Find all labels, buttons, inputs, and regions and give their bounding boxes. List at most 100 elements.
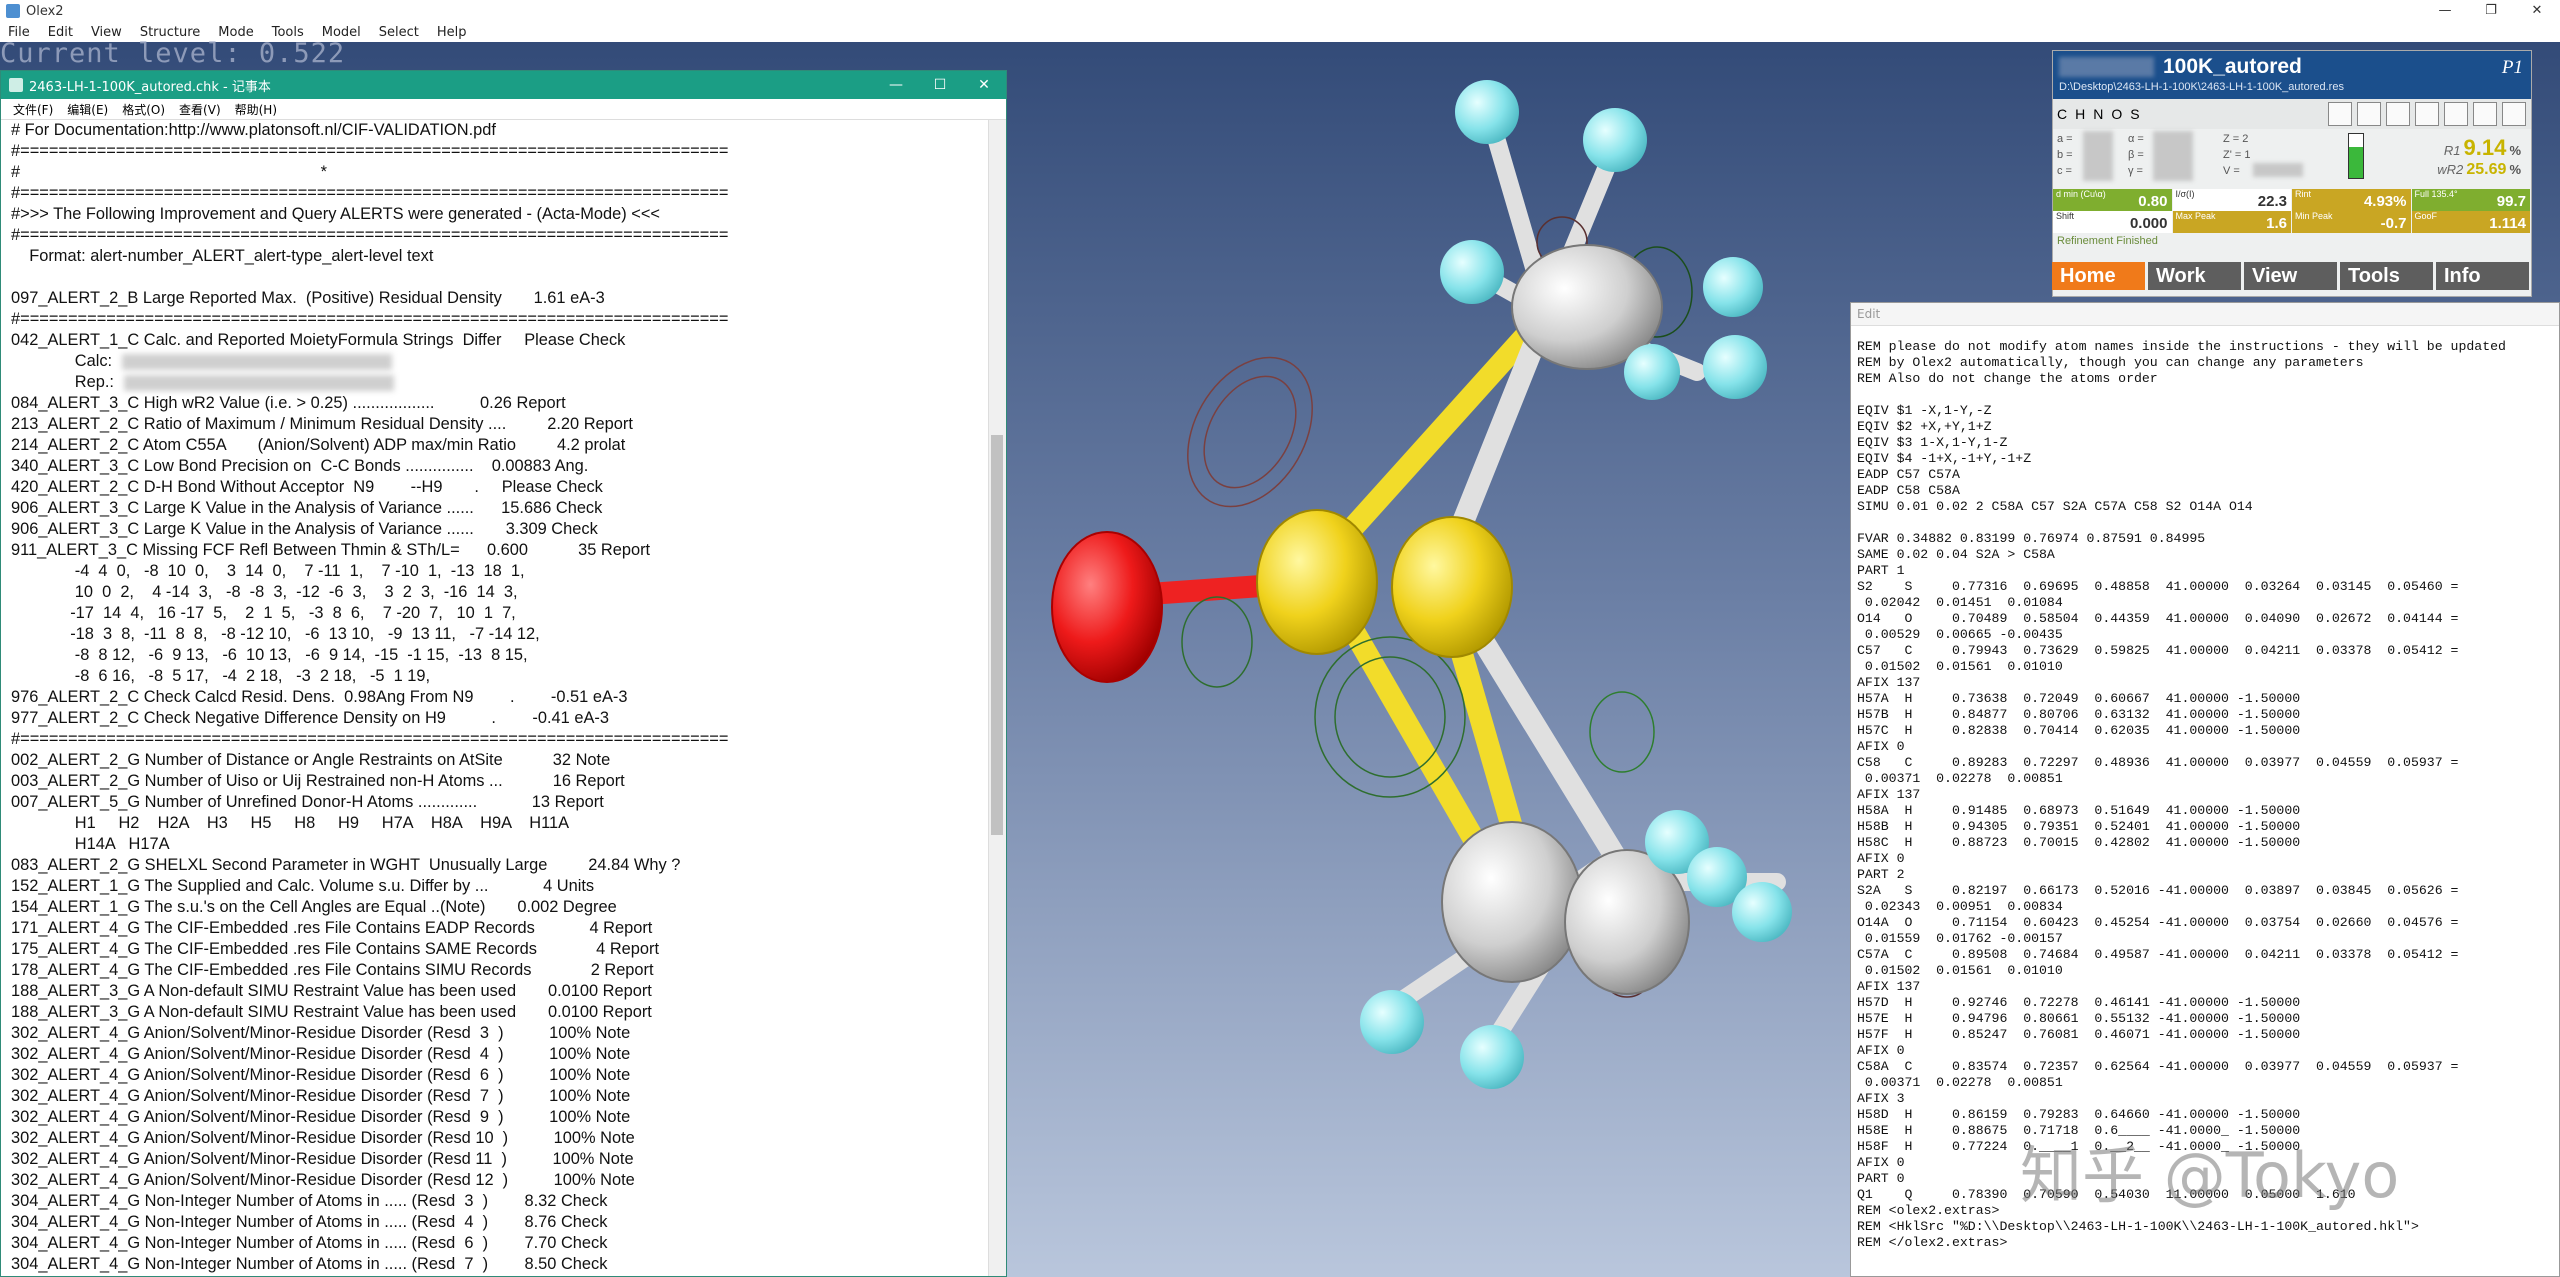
redacted-cell-angles: [2153, 131, 2193, 181]
cell-gamma-label: γ =: [2128, 165, 2143, 177]
editor-line: SAME 0.02 0.04 S2A > C58A: [1857, 547, 2055, 562]
stat-min-peak-label: Min Peak: [2295, 211, 2333, 221]
cell-alpha-label: α =: [2128, 133, 2144, 145]
notepad-scroll-thumb[interactable]: [991, 435, 1003, 835]
tab-home[interactable]: Home: [2052, 262, 2145, 290]
notepad-line: 083_ALERT_2_G SHELXL Second Parameter in…: [11, 856, 681, 874]
editor-line: H57A H 0.73638 0.72049 0.60667 41.00000 …: [1857, 691, 2301, 706]
tab-view[interactable]: View: [2244, 262, 2337, 290]
notepad-titlebar[interactable]: 2463-LH-1-100K_autored.chk - 记事本 — ☐ ✕: [1, 71, 1006, 99]
editor-line: EQIV $2 +X,+Y,1+Z: [1857, 419, 1992, 434]
window-icon[interactable]: [2415, 102, 2439, 126]
expand-icon[interactable]: [2502, 102, 2526, 126]
close-button[interactable]: ✕: [2514, 0, 2560, 22]
palette-icon[interactable]: [2328, 102, 2352, 126]
editor-line: PART 2: [1857, 867, 1905, 882]
editor-line: 0.00371 0.02278 0.00851: [1857, 771, 2063, 786]
app-window-buttons: — ❐ ✕: [2422, 0, 2560, 22]
editor-line: 0.00371 0.02278 0.00851: [1857, 1075, 2063, 1090]
stat-i-sigma: I/σ(I) 22.3: [2172, 189, 2292, 211]
molecule-model[interactable]: [1007, 42, 1847, 1277]
cell-beta-label: β =: [2128, 149, 2144, 161]
wr2-unit: %: [2509, 162, 2521, 177]
maximize-button[interactable]: ❐: [2468, 0, 2514, 22]
notepad-menu-help[interactable]: 帮助(H): [235, 101, 277, 118]
editor-line: O14 O 0.70489 0.58504 0.44359 41.00000 0…: [1857, 611, 2459, 626]
notepad-line: 302_ALERT_4_G Anion/Solvent/Minor-Residu…: [11, 1150, 634, 1168]
notepad-line: 302_ALERT_4_G Anion/Solvent/Minor-Residu…: [11, 1024, 631, 1042]
notepad-line: 188_ALERT_3_G A Non-default SIMU Restrai…: [11, 982, 652, 1000]
notepad-line: 042_ALERT_1_C Calc. and Reported MoietyF…: [11, 331, 626, 349]
element-n[interactable]: N: [2093, 106, 2103, 122]
element-h[interactable]: H: [2075, 106, 2085, 122]
editor-line: AFIX 0: [1857, 851, 1905, 866]
notepad-line: 911_ALERT_3_C Missing FCF Refl Between T…: [11, 541, 651, 559]
notepad-line: 304_ALERT_4_G Non-Integer Number of Atom…: [11, 1192, 608, 1210]
stat-goof-label: GooF: [2414, 211, 2438, 221]
tab-info[interactable]: Info: [2436, 262, 2529, 290]
editor-line: H58C H 0.88723 0.70015 0.42802 41.00000 …: [1857, 835, 2301, 850]
editor-line: 0.02343 0.00951 0.00834: [1857, 899, 2063, 914]
notepad-menu-edit[interactable]: 编辑(E): [67, 101, 108, 118]
editor-line: AFIX 0: [1857, 1043, 1905, 1058]
notepad-line: #=======================================…: [11, 226, 729, 244]
notepad-minimize-button[interactable]: —: [874, 71, 918, 99]
notepad-line: 302_ALERT_4_G Anion/Solvent/Minor-Residu…: [11, 1171, 635, 1189]
tab-tools[interactable]: Tools: [2340, 262, 2433, 290]
notepad-menu-format[interactable]: 格式(O): [122, 101, 165, 118]
editor-line: AFIX 3: [1857, 1091, 1905, 1106]
notepad-line: #=======================================…: [11, 310, 729, 328]
notepad-scrollbar[interactable]: [988, 120, 1006, 1276]
notepad-line: 340_ALERT_3_C Low Bond Precision on C-C …: [11, 457, 589, 475]
app-title: Olex2: [26, 3, 64, 19]
editor-line: H58D H 0.86159 0.79283 0.64660 -41.00000…: [1857, 1107, 2301, 1122]
platon-icon[interactable]: [2473, 102, 2497, 126]
notepad-line: 302_ALERT_4_G Anion/Solvent/Minor-Residu…: [11, 1087, 631, 1105]
folder-icon[interactable]: [2386, 102, 2410, 126]
notepad-menu-file[interactable]: 文件(F): [13, 101, 53, 118]
tab-work[interactable]: Work: [2148, 262, 2241, 290]
notepad-line: 178_ALERT_4_G The CIF-Embedded .res File…: [11, 961, 654, 979]
stat-full-label: Full 135.4°: [2414, 189, 2458, 199]
editor-line: REM </olex2.extras>: [1857, 1235, 2008, 1250]
stat-full-value: 99.7: [2496, 193, 2526, 210]
notepad-line: 302_ALERT_4_G Anion/Solvent/Minor-Residu…: [11, 1066, 631, 1084]
element-s[interactable]: S: [2130, 106, 2139, 122]
stats-row-2: Shift 0.000 Max Peak 1.6 Min Peak -0.7 GooF…: [2053, 211, 2531, 233]
stat-full: Full 135.4° 99.7: [2411, 189, 2531, 211]
twins-icon[interactable]: [2444, 102, 2468, 126]
menu-select[interactable]: Select: [379, 25, 419, 40]
notepad-line: Format: alert-number_ALERT_alert-type_al…: [11, 247, 434, 265]
editor-line: S2 S 0.77316 0.69695 0.48858 41.00000 0.…: [1857, 579, 2459, 594]
editor-line: C57A C 0.89508 0.74684 0.49587 -41.00000…: [1857, 947, 2459, 962]
editor-line: H58A H 0.91485 0.68973 0.51649 41.00000 …: [1857, 803, 2301, 818]
file-path[interactable]: D:\Desktop\2463-LH-1-100K\2463-LH-1-100K…: [2059, 81, 2344, 93]
stat-goof-value: 1.114: [2489, 215, 2526, 232]
notepad-menubar: 文件(F) 编辑(E) 格式(O) 查看(V) 帮助(H): [1, 99, 1006, 120]
editor-line: REM <HklSrc "%D:\\Desktop\\2463-LH-1-100…: [1857, 1219, 2419, 1234]
notepad-menu-view[interactable]: 查看(V): [179, 101, 221, 118]
element-c[interactable]: C: [2057, 106, 2067, 122]
notepad-text-area[interactable]: # For Documentation:http://www.platonsof…: [1, 120, 989, 1276]
notepad-line: -8 8 12, -6 9 13, -6 10 13, -6 9 14, -15…: [11, 646, 528, 664]
pencil-icon[interactable]: [2357, 102, 2381, 126]
notepad-line: # *: [11, 163, 328, 181]
notepad-line: 977_ALERT_2_C Check Negative Difference …: [11, 709, 609, 727]
menu-help[interactable]: Help: [437, 25, 467, 40]
wr2-label: wR2: [2437, 162, 2464, 177]
notepad-line: 420_ALERT_2_C D-H Bond Without Acceptor …: [11, 478, 603, 496]
stat-dmin: d min (Cu\α) 0.80: [2053, 189, 2173, 211]
stat-dmin-label: d min (Cu\α): [2056, 189, 2106, 199]
redacted-volume: [2253, 163, 2303, 177]
editor-line: H57E H 0.94796 0.80661 0.55132 -41.00000…: [1857, 1011, 2301, 1026]
editor-line: O14A O 0.71154 0.60423 0.45254 -41.00000…: [1857, 915, 2459, 930]
minimize-button[interactable]: —: [2422, 0, 2468, 22]
notepad-close-button[interactable]: ✕: [962, 71, 1006, 99]
redacted-formula: [123, 374, 394, 391]
stat-rint: Rint 4.93%: [2292, 189, 2412, 211]
stat-min-peak-value: -0.7: [2380, 215, 2407, 232]
element-o[interactable]: O: [2111, 106, 2122, 122]
r1-unit: %: [2509, 143, 2521, 158]
notepad-maximize-button[interactable]: ☐: [918, 71, 962, 99]
editor-line: 0.01502 0.01561 0.01010: [1857, 963, 2063, 978]
